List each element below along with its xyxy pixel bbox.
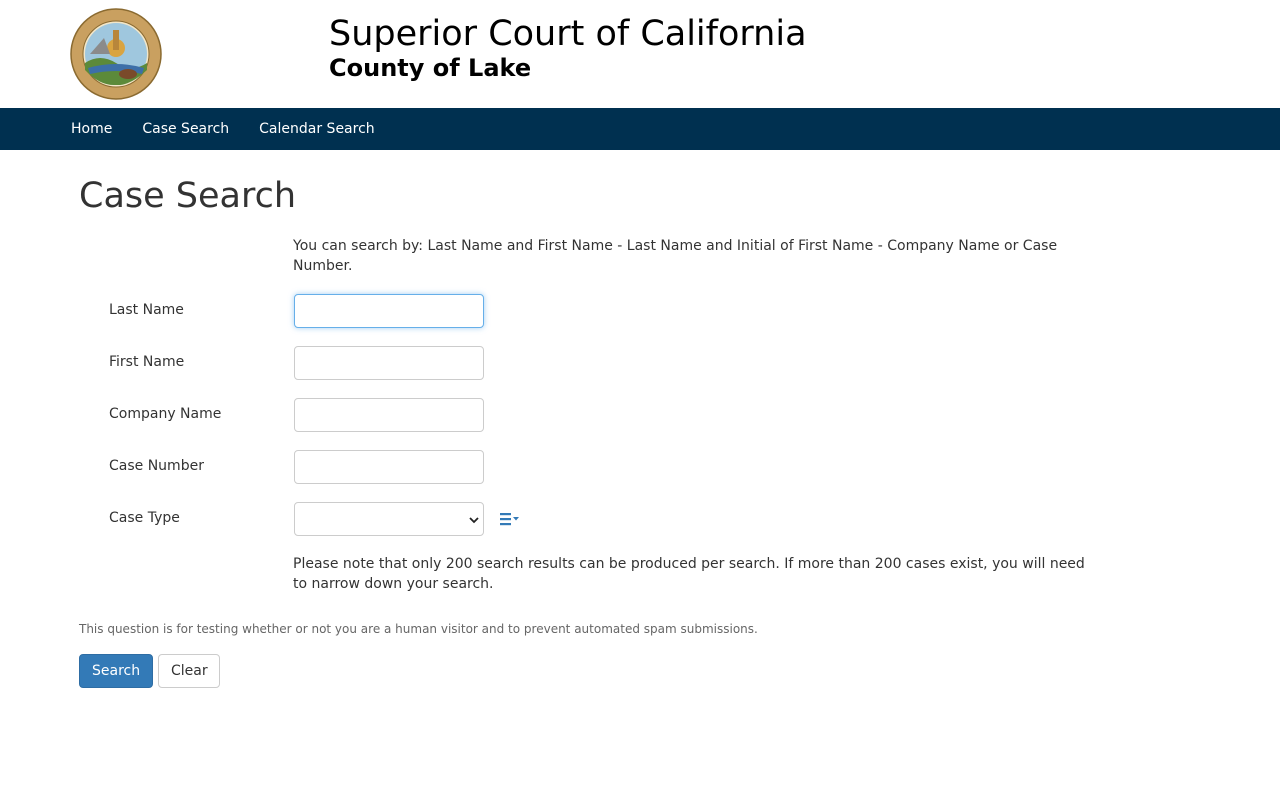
nav-calendar-search[interactable]: Calendar Search — [259, 121, 375, 137]
company-name-input[interactable] — [294, 398, 484, 432]
captcha-description: This question is for testing whether or … — [79, 622, 758, 636]
first-name-input[interactable] — [294, 346, 484, 380]
last-name-row: Last Name — [109, 294, 609, 328]
case-number-row: Case Number — [109, 450, 609, 484]
first-name-row: First Name — [109, 346, 609, 380]
chevron-down-icon — [469, 517, 479, 524]
case-type-label: Case Type — [109, 510, 180, 526]
case-number-label: Case Number — [109, 458, 204, 474]
case-type-select[interactable] — [294, 502, 484, 536]
nav-case-search[interactable]: Case Search — [142, 121, 229, 137]
nav-home[interactable]: Home — [71, 121, 112, 137]
company-name-label: Company Name — [109, 406, 222, 422]
list-options-icon[interactable] — [500, 512, 520, 526]
california-seal-icon — [70, 8, 162, 100]
court-subtitle: County of Lake — [329, 54, 532, 82]
first-name-label: First Name — [109, 354, 185, 370]
search-button[interactable]: Search — [79, 654, 153, 688]
search-instructions: You can search by: Last Name and First N… — [293, 238, 1058, 274]
site-header: Superior Court of California County of L… — [0, 0, 1280, 108]
clear-button[interactable]: Clear — [158, 654, 220, 688]
last-name-label: Last Name — [109, 302, 184, 318]
case-type-row: Case Type — [109, 502, 609, 536]
court-title: Superior Court of California — [329, 14, 807, 54]
page-title: Case Search — [79, 176, 297, 216]
case-number-input[interactable] — [294, 450, 484, 484]
company-name-row: Company Name — [109, 398, 609, 432]
main-navbar: Home Case Search Calendar Search — [0, 108, 1280, 150]
last-name-input[interactable] — [294, 294, 484, 328]
results-limit-note: Please note that only 200 search results… — [293, 556, 1085, 592]
